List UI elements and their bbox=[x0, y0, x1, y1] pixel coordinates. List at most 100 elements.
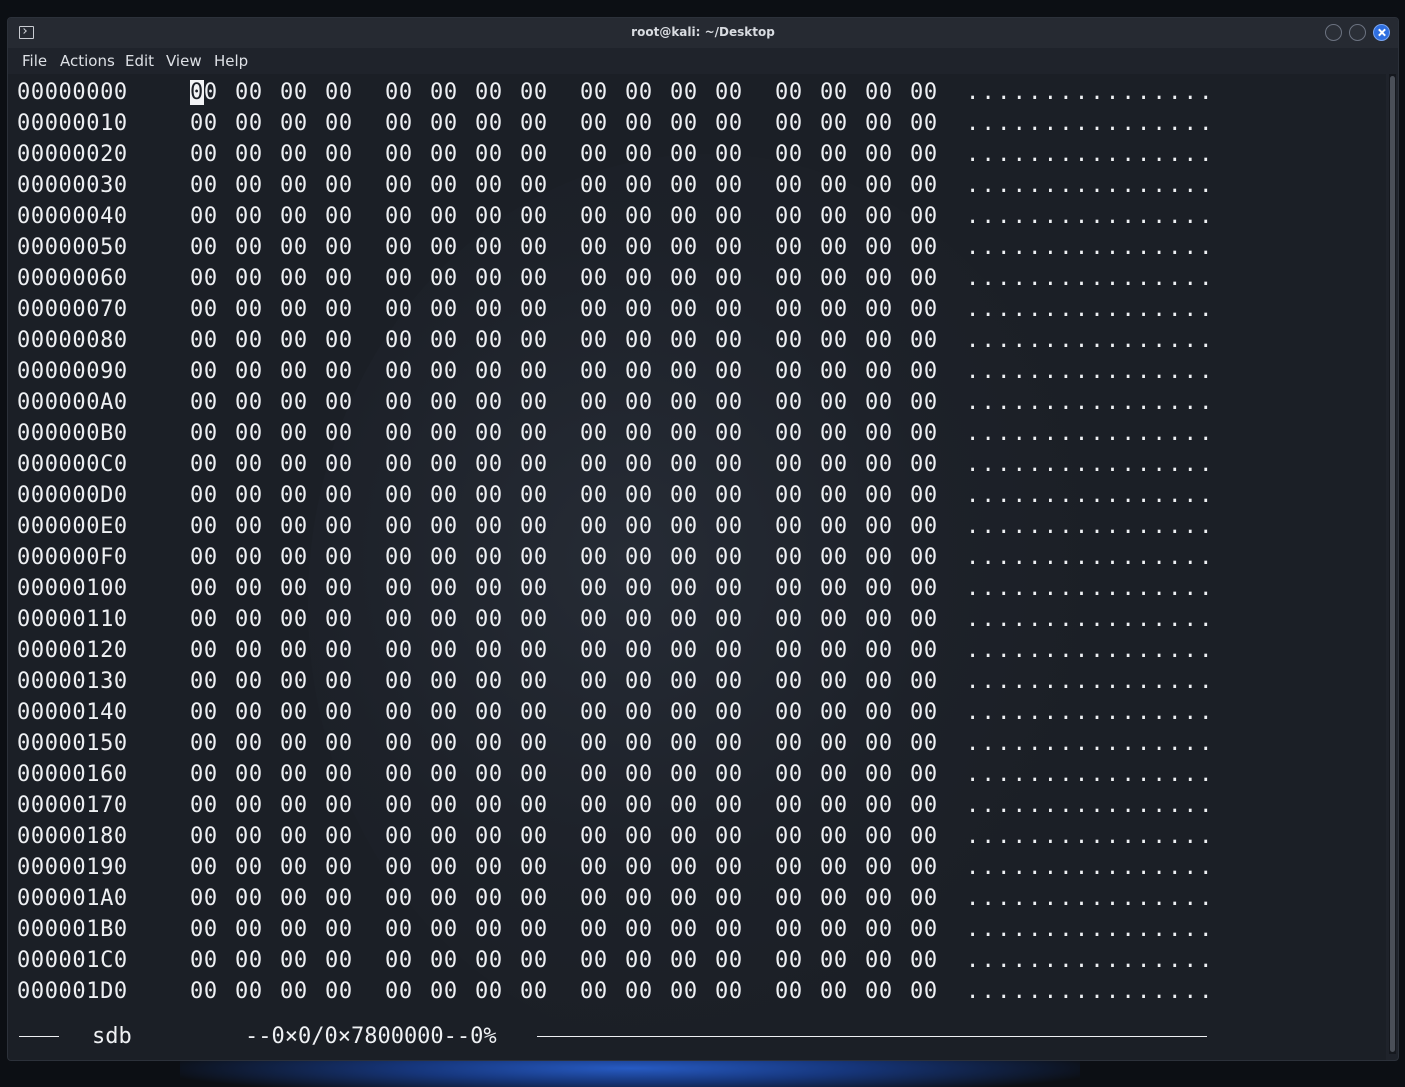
hex-byte[interactable]: 00 bbox=[325, 759, 353, 790]
hex-byte[interactable]: 00 bbox=[280, 139, 308, 170]
hex-byte[interactable]: 00 bbox=[475, 387, 503, 418]
hex-byte[interactable]: 00 bbox=[910, 759, 938, 790]
hex-byte[interactable]: 00 bbox=[280, 604, 308, 635]
hex-byte[interactable]: 00 bbox=[715, 325, 743, 356]
hex-byte[interactable]: 00 bbox=[670, 170, 698, 201]
ascii-column[interactable]: ................ bbox=[966, 356, 1215, 387]
hex-byte[interactable]: 00 bbox=[670, 666, 698, 697]
hex-byte[interactable]: 00 bbox=[820, 201, 848, 232]
hex-byte[interactable]: 00 bbox=[775, 697, 803, 728]
hex-byte[interactable]: 00 bbox=[775, 542, 803, 573]
hex-byte[interactable]: 00 bbox=[910, 976, 938, 1007]
hex-byte[interactable]: 00 bbox=[235, 604, 263, 635]
hex-byte[interactable]: 00 bbox=[715, 945, 743, 976]
hex-byte[interactable]: 00 bbox=[580, 728, 608, 759]
hex-byte[interactable]: 00 bbox=[190, 852, 218, 883]
close-button[interactable] bbox=[1373, 24, 1390, 41]
hex-byte[interactable]: 00 bbox=[325, 325, 353, 356]
hex-byte[interactable]: 00 bbox=[280, 821, 308, 852]
hex-byte[interactable]: 00 bbox=[580, 108, 608, 139]
hex-byte[interactable]: 00 bbox=[280, 635, 308, 666]
hex-byte[interactable]: 00 bbox=[190, 325, 218, 356]
hex-byte[interactable]: 00 bbox=[520, 232, 548, 263]
hex-byte[interactable]: 00 bbox=[235, 728, 263, 759]
hex-byte[interactable]: 00 bbox=[775, 852, 803, 883]
hex-byte[interactable]: 00 bbox=[865, 139, 893, 170]
hex-byte[interactable]: 00 bbox=[670, 449, 698, 480]
hex-byte[interactable]: 00 bbox=[910, 170, 938, 201]
hex-byte[interactable]: 00 bbox=[775, 604, 803, 635]
hex-byte[interactable]: 00 bbox=[625, 914, 653, 945]
ascii-column[interactable]: ................ bbox=[966, 449, 1215, 480]
hex-byte[interactable]: 00 bbox=[520, 852, 548, 883]
hex-byte[interactable]: 00 bbox=[190, 77, 218, 108]
hex-byte[interactable]: 00 bbox=[715, 604, 743, 635]
hex-byte[interactable]: 00 bbox=[520, 418, 548, 449]
hex-byte[interactable]: 00 bbox=[715, 573, 743, 604]
hex-byte[interactable]: 00 bbox=[385, 325, 413, 356]
hex-byte[interactable]: 00 bbox=[520, 449, 548, 480]
hex-byte[interactable]: 00 bbox=[775, 821, 803, 852]
hex-byte[interactable]: 00 bbox=[430, 387, 458, 418]
hex-byte[interactable]: 00 bbox=[670, 387, 698, 418]
hex-byte[interactable]: 00 bbox=[865, 170, 893, 201]
hex-byte[interactable]: 00 bbox=[520, 139, 548, 170]
hex-byte[interactable]: 00 bbox=[385, 294, 413, 325]
hex-byte[interactable]: 00 bbox=[820, 573, 848, 604]
hex-byte[interactable]: 00 bbox=[325, 976, 353, 1007]
hex-byte[interactable]: 00 bbox=[190, 914, 218, 945]
hex-byte[interactable]: 00 bbox=[280, 697, 308, 728]
hex-byte[interactable]: 00 bbox=[430, 356, 458, 387]
hex-byte[interactable]: 00 bbox=[625, 542, 653, 573]
hex-byte[interactable]: 00 bbox=[385, 666, 413, 697]
ascii-column[interactable]: ................ bbox=[966, 759, 1215, 790]
hex-byte[interactable]: 00 bbox=[235, 914, 263, 945]
hex-byte[interactable]: 00 bbox=[670, 139, 698, 170]
ascii-column[interactable]: ................ bbox=[966, 976, 1215, 1007]
hex-byte[interactable]: 00 bbox=[865, 325, 893, 356]
hex-byte[interactable]: 00 bbox=[520, 945, 548, 976]
hex-byte[interactable]: 00 bbox=[190, 604, 218, 635]
hex-byte[interactable]: 00 bbox=[325, 573, 353, 604]
hex-byte[interactable]: 00 bbox=[865, 945, 893, 976]
hex-byte[interactable]: 00 bbox=[280, 511, 308, 542]
hex-byte[interactable]: 00 bbox=[625, 77, 653, 108]
hex-byte[interactable]: 00 bbox=[580, 821, 608, 852]
hex-byte[interactable]: 00 bbox=[625, 976, 653, 1007]
hex-byte[interactable]: 00 bbox=[325, 914, 353, 945]
hex-byte[interactable]: 00 bbox=[670, 759, 698, 790]
hex-byte[interactable]: 00 bbox=[280, 976, 308, 1007]
hex-byte[interactable]: 00 bbox=[820, 635, 848, 666]
hex-byte[interactable]: 00 bbox=[325, 201, 353, 232]
hex-byte[interactable]: 00 bbox=[235, 77, 263, 108]
hex-byte[interactable]: 00 bbox=[520, 201, 548, 232]
hex-byte[interactable]: 00 bbox=[475, 139, 503, 170]
hex-byte[interactable]: 00 bbox=[475, 294, 503, 325]
menu-actions[interactable]: Actions bbox=[60, 52, 115, 70]
terminal-area[interactable]: 00000000 00 00 00 00 00 00 00 00 00 00 00 00 00 00 00 00… bbox=[8, 74, 1386, 1060]
hex-byte[interactable]: 00 bbox=[865, 604, 893, 635]
hex-byte[interactable]: 00 bbox=[820, 852, 848, 883]
hex-byte[interactable]: 00 bbox=[715, 821, 743, 852]
hex-byte[interactable]: 00 bbox=[430, 883, 458, 914]
title-bar[interactable]: root@kali: ~/Desktop bbox=[8, 18, 1398, 48]
hex-byte[interactable]: 00 bbox=[625, 511, 653, 542]
hex-byte[interactable]: 00 bbox=[670, 511, 698, 542]
hex-byte[interactable]: 00 bbox=[475, 635, 503, 666]
hex-byte[interactable]: 00 bbox=[385, 232, 413, 263]
hex-byte[interactable]: 00 bbox=[475, 573, 503, 604]
hex-byte[interactable]: 00 bbox=[670, 697, 698, 728]
hex-byte[interactable]: 00 bbox=[580, 790, 608, 821]
hex-byte[interactable]: 00 bbox=[235, 170, 263, 201]
hex-byte[interactable]: 00 bbox=[670, 77, 698, 108]
hex-byte[interactable]: 00 bbox=[190, 449, 218, 480]
hex-byte[interactable]: 00 bbox=[775, 356, 803, 387]
hex-byte[interactable]: 00 bbox=[385, 790, 413, 821]
hex-byte[interactable]: 00 bbox=[325, 666, 353, 697]
hex-byte[interactable]: 00 bbox=[385, 139, 413, 170]
hex-byte[interactable]: 00 bbox=[190, 170, 218, 201]
hex-byte[interactable]: 00 bbox=[325, 883, 353, 914]
hex-byte[interactable]: 00 bbox=[190, 139, 218, 170]
hex-byte[interactable]: 00 bbox=[475, 201, 503, 232]
hex-byte[interactable]: 00 bbox=[580, 356, 608, 387]
